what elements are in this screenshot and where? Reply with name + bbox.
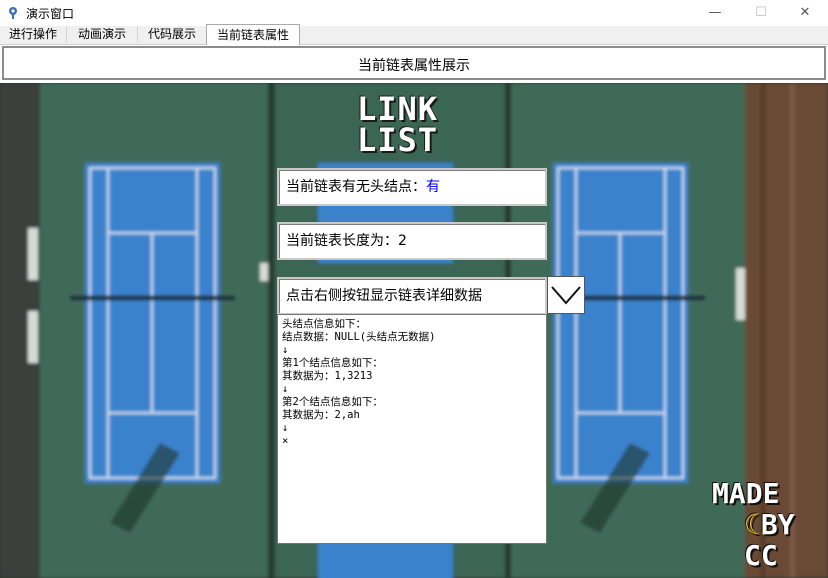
detail-line: 第1个结点信息如下：: [282, 357, 383, 369]
minimize-button[interactable]: —: [692, 0, 738, 26]
page-title: 当前链表属性展示: [358, 58, 470, 74]
watermark-by: BY: [760, 508, 795, 541]
detail-line: ↓: [282, 422, 289, 434]
moon-icon: ☾: [744, 508, 761, 541]
head-node-box: 当前链表有无头结点：有: [277, 168, 547, 206]
maximize-button[interactable]: ☐: [738, 0, 784, 26]
detail-line: 结点数据：NULL(头结点无数据): [282, 331, 436, 343]
logo-line-2: LIST: [357, 121, 439, 159]
chevron-down-icon: [551, 286, 581, 305]
title-bar: 演示窗口 — ☐ ✕: [0, 0, 828, 26]
details-toggle-box: 点击右侧按钮显示链表详细数据: [277, 277, 547, 315]
tab-bar: 进行操作 动画演示 代码展示 当前链表属性: [0, 24, 828, 45]
tab-operations[interactable]: 进行操作: [0, 26, 67, 43]
detail-line: 头结点信息如下：: [282, 318, 366, 330]
tab-list-properties[interactable]: 当前链表属性: [206, 24, 300, 45]
detail-line: ↓: [282, 344, 289, 356]
link-list-logo: LINK LIST: [357, 93, 473, 159]
detail-line: ×: [282, 435, 289, 447]
window-title: 演示窗口: [26, 7, 75, 21]
list-length-label: 当前链表长度为：2: [286, 233, 407, 249]
details-panel: 头结点信息如下： 结点数据：NULL(头结点无数据) ↓ 第1个结点信息如下： …: [277, 314, 547, 544]
tab-code[interactable]: 代码展示: [138, 26, 207, 43]
detail-line: 第2个结点信息如下：: [282, 396, 383, 408]
made-by-watermark: MADE ☾BY CC: [712, 478, 826, 576]
detail-line: 其数据为：1,3213: [282, 370, 373, 382]
watermark-line-1: MADE: [712, 477, 780, 510]
header-panel: 当前链表属性展示: [2, 46, 826, 80]
show-details-button[interactable]: [547, 276, 585, 314]
app-icon: [9, 7, 17, 19]
detail-line: 其数据为：2,ah: [282, 409, 360, 421]
watermark-line-3: CC: [744, 539, 778, 572]
details-toggle-label: 点击右侧按钮显示链表详细数据: [286, 288, 482, 304]
tab-animation[interactable]: 动画演示: [67, 26, 138, 43]
watermark-line-2: ☾BY: [712, 509, 826, 540]
head-node-value: 有: [426, 179, 440, 195]
head-node-label: 当前链表有无头结点：: [286, 179, 426, 195]
detail-line: ↓: [282, 383, 289, 395]
close-button[interactable]: ✕: [782, 0, 828, 26]
list-length-box: 当前链表长度为：2: [277, 222, 547, 260]
